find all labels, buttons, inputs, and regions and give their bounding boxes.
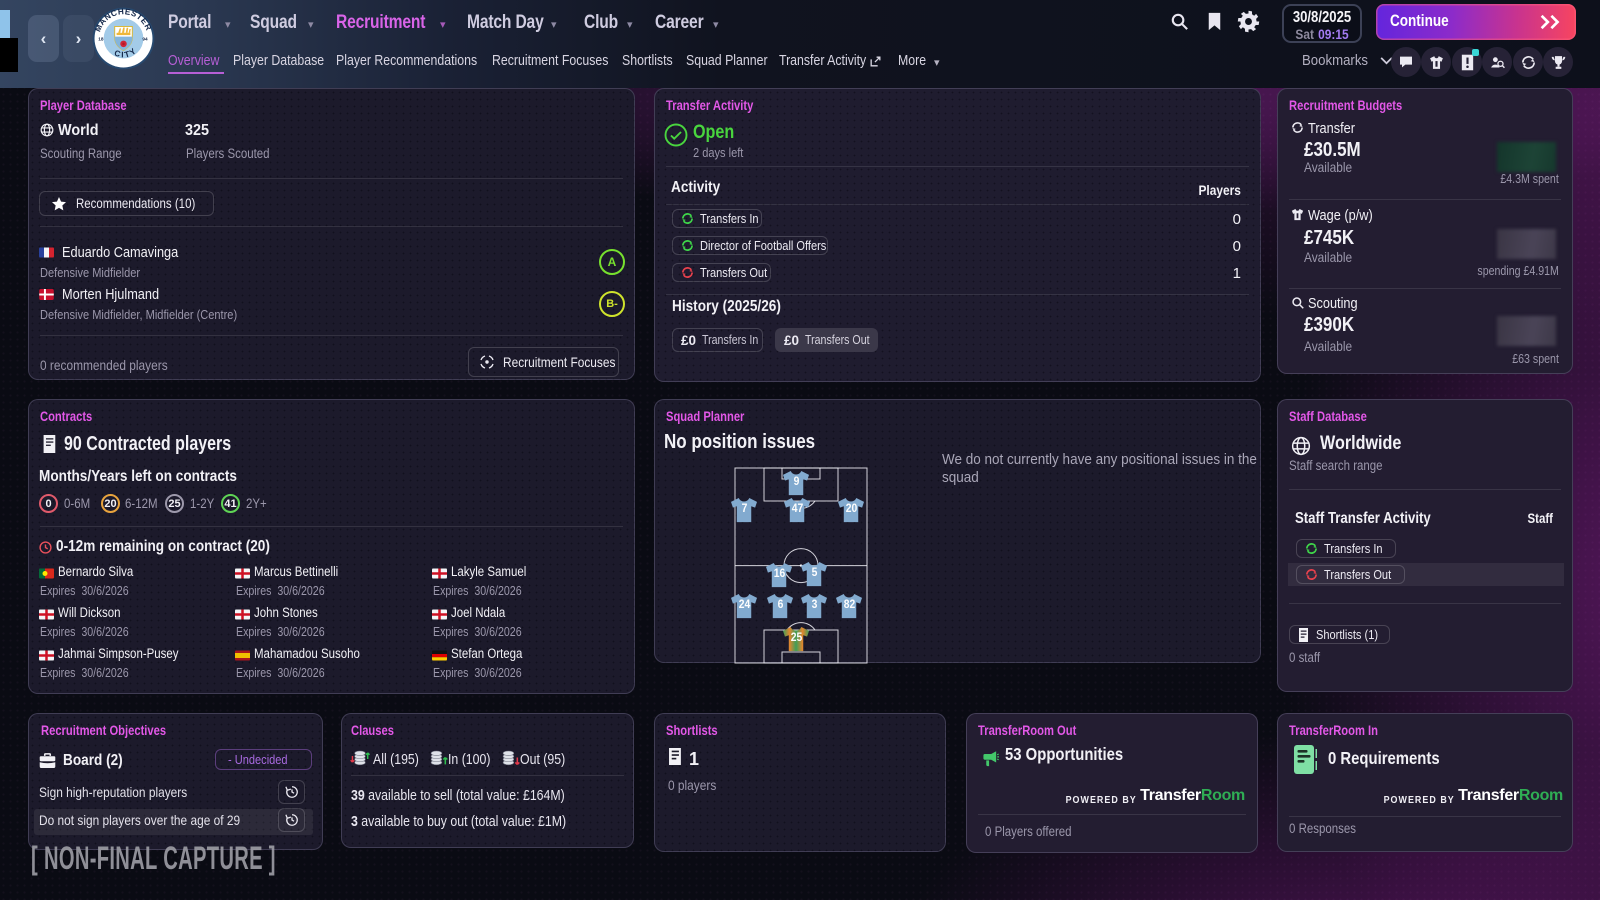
svg-text:18: 18 (98, 36, 104, 42)
svg-text:94: 94 (142, 36, 148, 42)
